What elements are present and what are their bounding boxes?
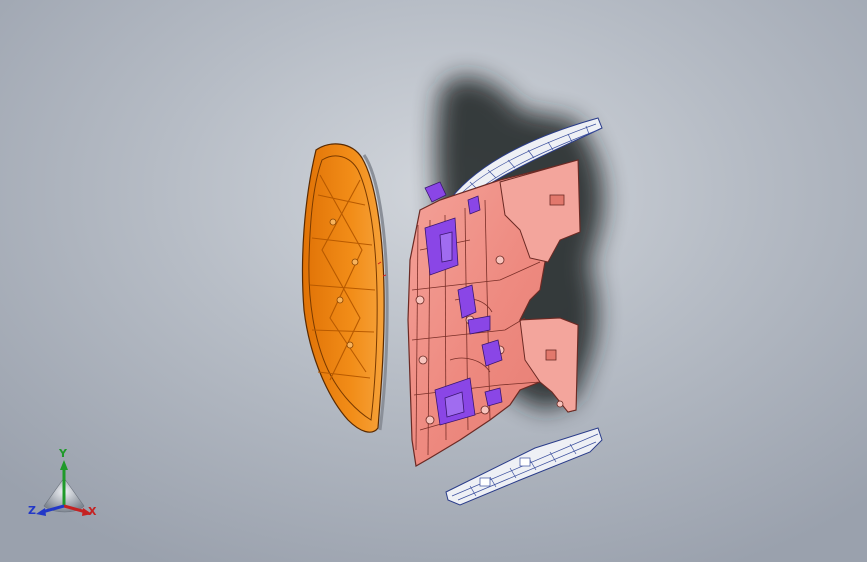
coordinate-triad: Y X Z — [26, 448, 106, 528]
graphics-viewport[interactable]: Y X Z — [0, 0, 867, 562]
z-axis-label: Z — [28, 504, 36, 517]
model-scene[interactable] — [0, 0, 867, 562]
cover-panel[interactable] — [301, 143, 389, 433]
y-axis-label: Y — [59, 447, 67, 460]
x-axis-label: X — [88, 505, 97, 518]
lower-bracket[interactable] — [445, 427, 603, 506]
